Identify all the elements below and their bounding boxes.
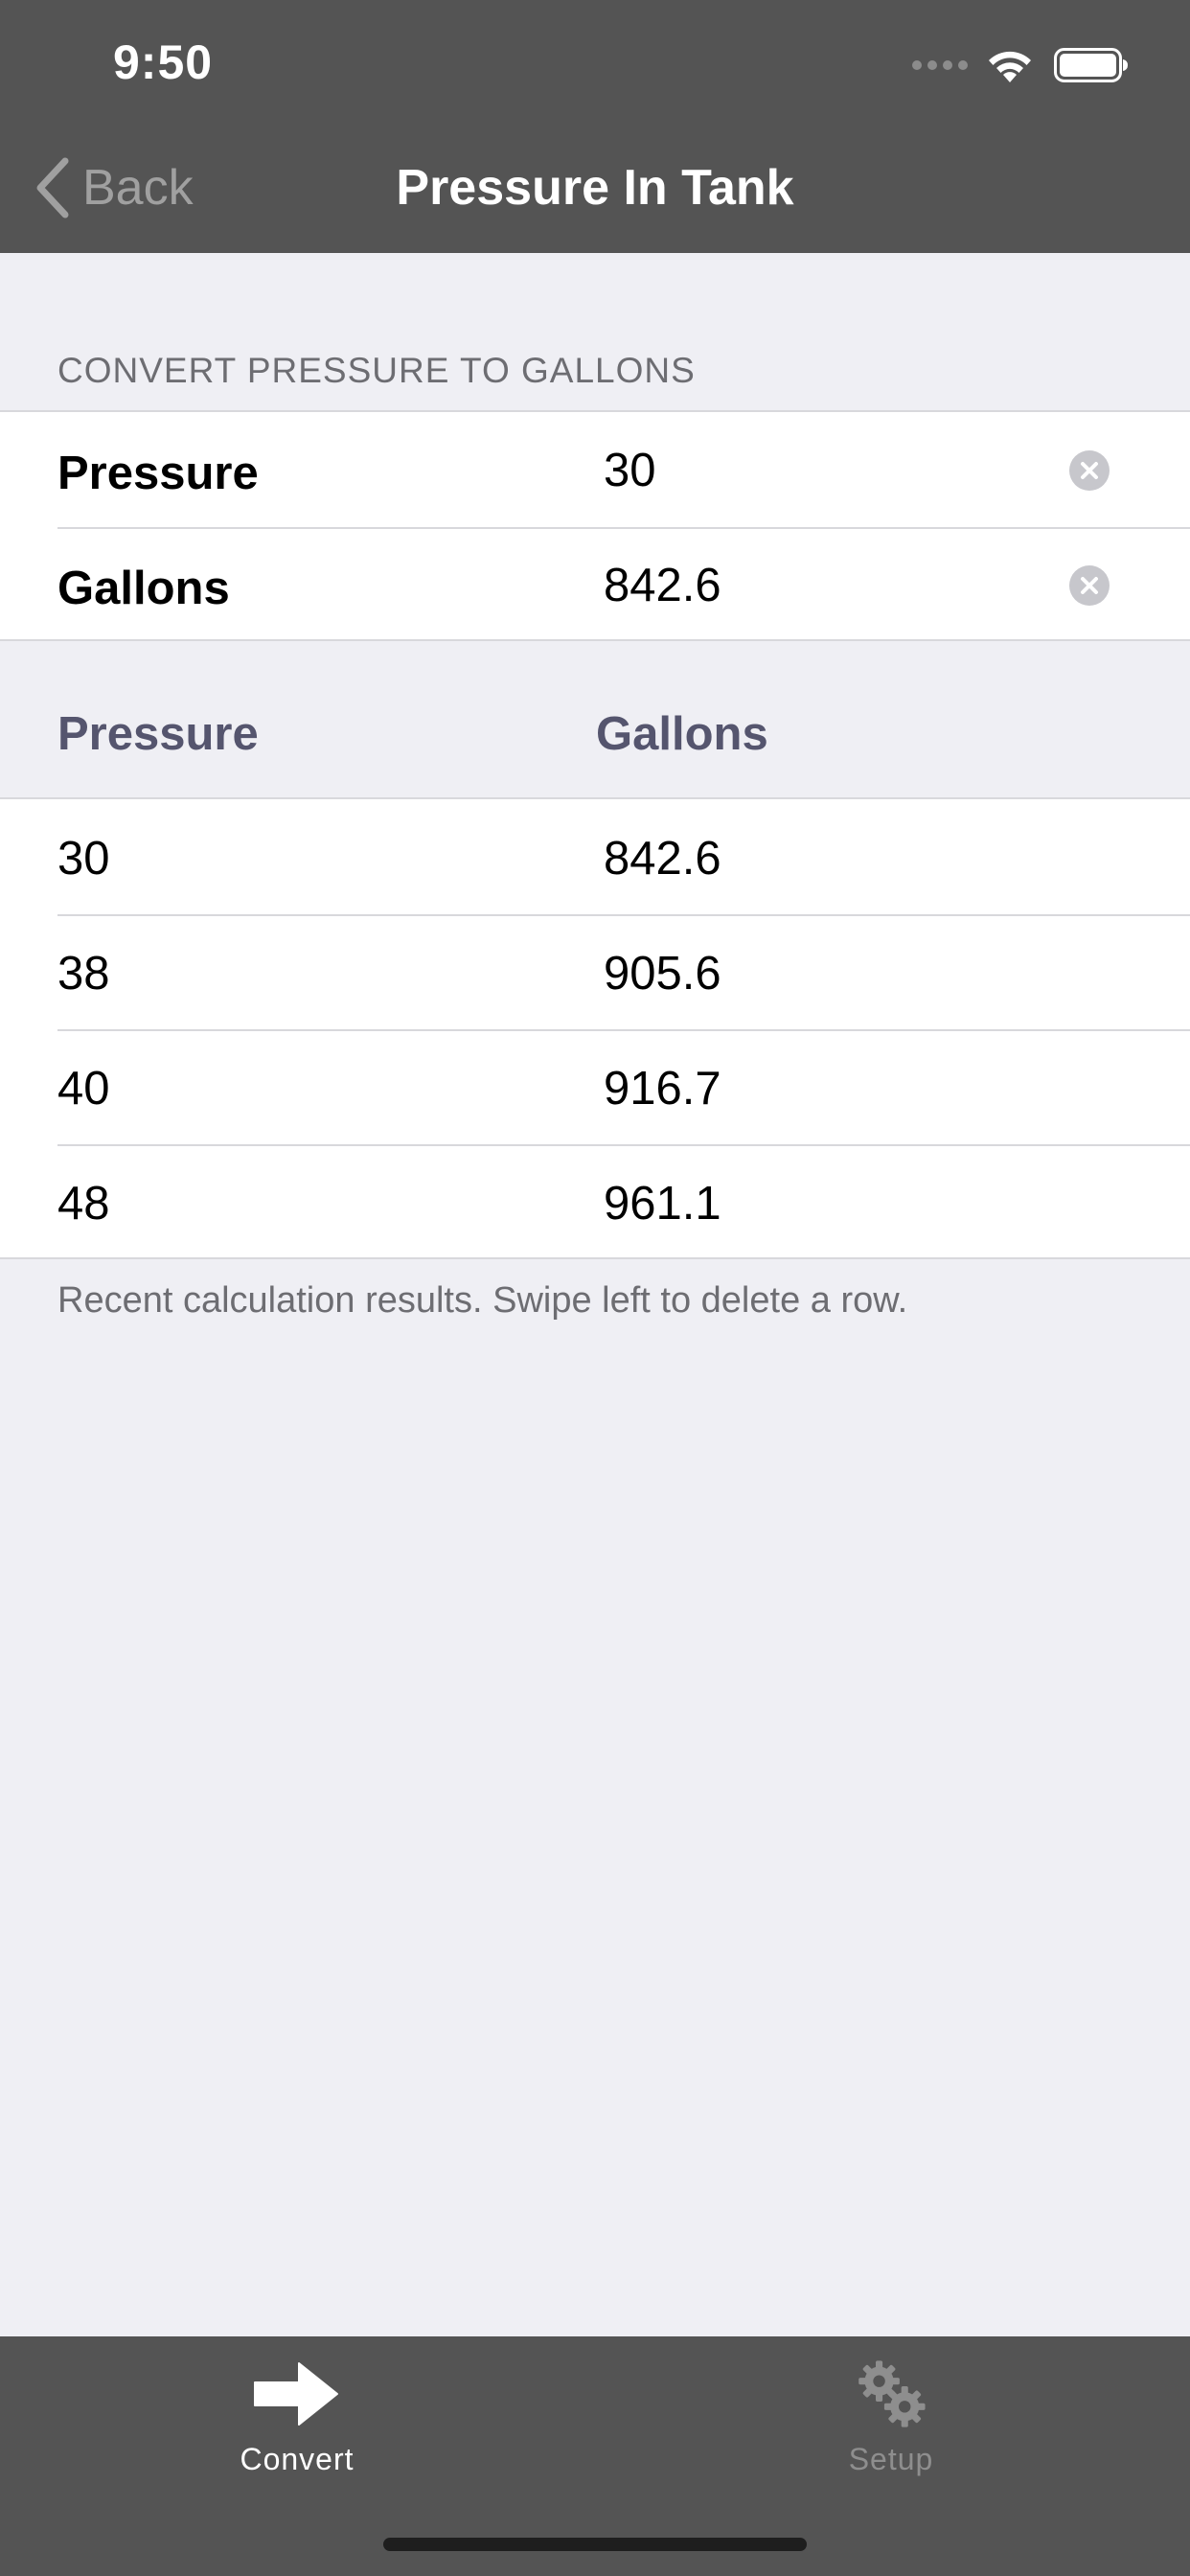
wifi-icon (989, 51, 1031, 82)
gallons-label: Gallons (57, 563, 230, 614)
table-row[interactable]: 40 916.7 (0, 1029, 1190, 1144)
section-header: CONVERT PRESSURE TO GALLONS (57, 351, 696, 390)
cell-pressure: 38 (57, 948, 110, 1000)
cell-gallons: 842.6 (604, 833, 721, 885)
screen: 9:50 Back Pressure In Tank CONVERT PRESS… (0, 0, 1190, 2576)
gallons-input[interactable] (604, 552, 1035, 619)
tab-convert[interactable]: Convert (153, 2336, 441, 2490)
convert-input-group: Pressure Gallons (0, 410, 1190, 641)
gallons-row: Gallons (0, 527, 1190, 642)
cell-pressure: 48 (57, 1178, 110, 1230)
results-footer-note: Recent calculation results. Swipe left t… (57, 1280, 908, 1321)
arrow-right-icon (254, 2362, 338, 2426)
cell-gallons: 961.1 (604, 1178, 721, 1230)
column-header-gallons: Gallons (596, 708, 768, 760)
cell-gallons: 905.6 (604, 948, 721, 1000)
table-row[interactable]: 30 842.6 (0, 799, 1190, 914)
cell-pressure: 40 (57, 1063, 110, 1115)
tab-convert-label: Convert (240, 2442, 355, 2476)
pressure-row: Pressure (0, 412, 1190, 527)
tab-setup-label: Setup (848, 2442, 934, 2476)
home-indicator[interactable] (383, 2538, 807, 2551)
table-row[interactable]: 38 905.6 (0, 914, 1190, 1029)
results-table: 30 842.6 38 905.6 40 916.7 48 961.1 (0, 797, 1190, 1259)
tab-setup[interactable]: Setup (747, 2336, 1035, 2490)
clear-gallons-icon[interactable] (1069, 565, 1110, 606)
results-table-header: Pressure Gallons (0, 707, 1190, 799)
page-title: Pressure In Tank (396, 160, 794, 216)
table-row[interactable]: 48 961.1 (0, 1144, 1190, 1259)
gears-icon (858, 2360, 926, 2427)
pressure-label: Pressure (57, 448, 259, 499)
status-indicators (912, 46, 1129, 84)
battery-icon (1054, 48, 1128, 82)
top-bar: 9:50 Back Pressure In Tank (0, 0, 1190, 253)
column-header-pressure: Pressure (57, 708, 259, 760)
pressure-input[interactable] (604, 437, 1035, 504)
clear-pressure-icon[interactable] (1069, 450, 1110, 491)
cell-gallons: 916.7 (604, 1063, 721, 1115)
cellular-signal-icon (912, 60, 968, 70)
status-time: 9:50 (113, 35, 214, 89)
cell-pressure: 30 (57, 833, 110, 885)
